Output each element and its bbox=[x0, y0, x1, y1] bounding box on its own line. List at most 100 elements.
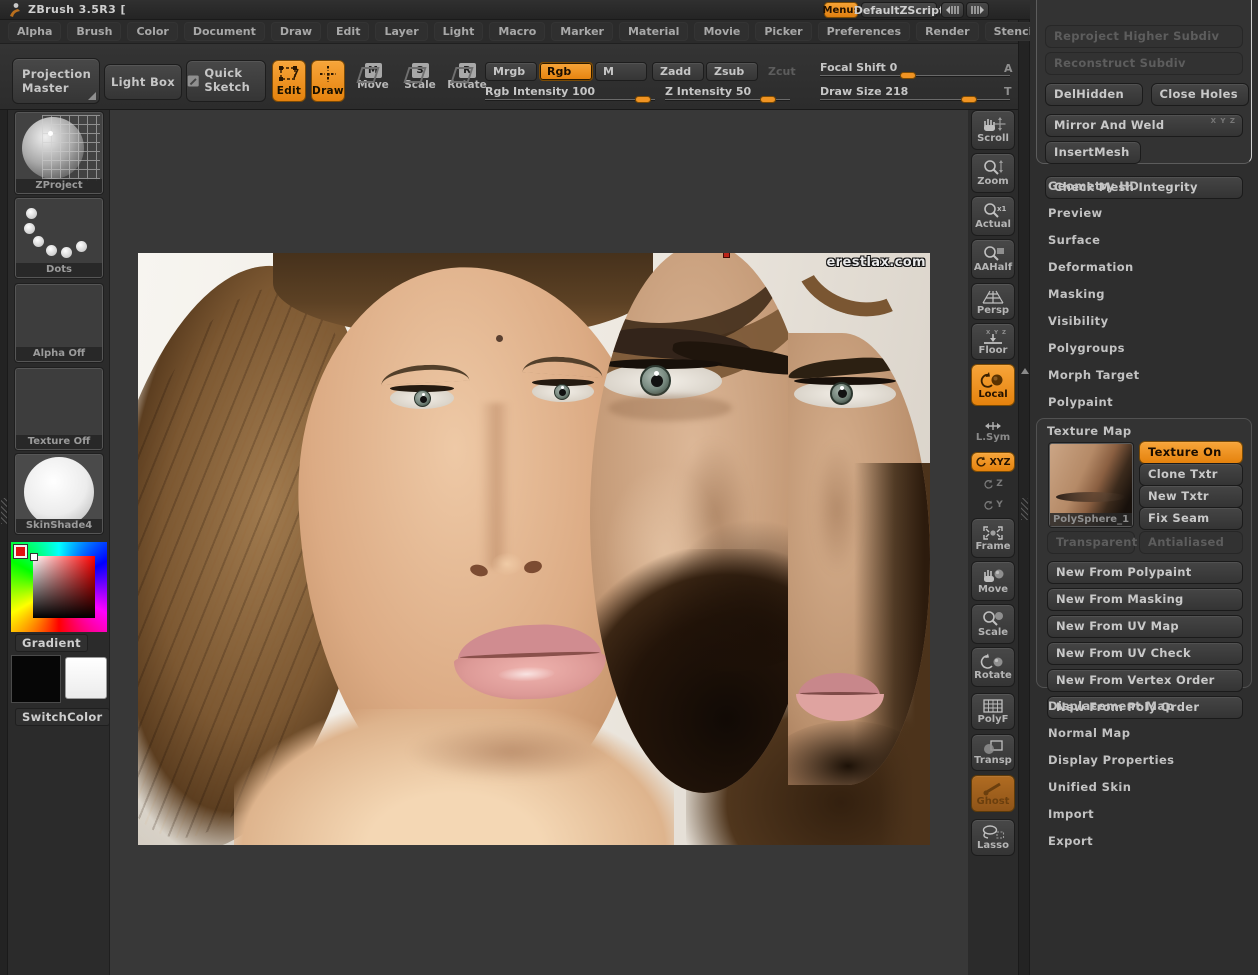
new-from-uv-check-button[interactable]: New From UV Check bbox=[1047, 642, 1243, 665]
move-tool[interactable]: M Move bbox=[355, 63, 391, 91]
transp-button[interactable]: Transp bbox=[971, 734, 1015, 771]
draw-size-slider[interactable]: Draw Size 218 bbox=[820, 84, 1010, 103]
rotate-tool[interactable]: R Rotate bbox=[449, 63, 485, 91]
scroll-button[interactable]: Scroll bbox=[971, 110, 1015, 150]
menu-edit[interactable]: Edit bbox=[327, 22, 369, 41]
document-area[interactable]: erestlax.com bbox=[110, 110, 968, 975]
reconstruct-subdiv-button[interactable]: Reconstruct Subdiv bbox=[1045, 52, 1243, 75]
menu-color[interactable]: Color bbox=[127, 22, 177, 41]
move-3d-button[interactable]: Move bbox=[971, 561, 1015, 601]
mirror-and-weld-button[interactable]: Mirror And Weld X Y Z bbox=[1045, 114, 1243, 137]
focal-shift-slider[interactable]: Focal Shift 0 bbox=[820, 60, 1010, 79]
menu-picker[interactable]: Picker bbox=[755, 22, 811, 41]
rotate-3d-button[interactable]: Rotate bbox=[971, 647, 1015, 687]
divider-grip[interactable] bbox=[1021, 498, 1028, 520]
edit-button[interactable]: Edit bbox=[272, 60, 306, 102]
color-picker[interactable] bbox=[11, 542, 107, 632]
saturation-value-square[interactable] bbox=[33, 556, 95, 618]
z-intensity-slider[interactable]: Z Intensity 50 bbox=[665, 84, 790, 103]
section-geometry-hd[interactable]: Geometry HD bbox=[1036, 172, 1252, 199]
actual-button[interactable]: x1 Actual bbox=[971, 196, 1015, 236]
frame-button[interactable]: Frame bbox=[971, 518, 1015, 558]
texture-on-button[interactable]: Texture On bbox=[1139, 441, 1243, 464]
new-from-masking-button[interactable]: New From Masking bbox=[1047, 588, 1243, 611]
menu-draw[interactable]: Draw bbox=[271, 22, 321, 41]
tray-scroll-right-button[interactable] bbox=[966, 2, 989, 18]
section-polygroups[interactable]: Polygroups bbox=[1036, 334, 1252, 361]
section-export[interactable]: Export bbox=[1036, 827, 1252, 854]
draw-button[interactable]: Draw bbox=[311, 60, 345, 102]
section-visibility[interactable]: Visibility bbox=[1036, 307, 1252, 334]
ghost-button[interactable]: Ghost bbox=[971, 775, 1015, 812]
current-material-thumbnail[interactable]: SkinShade4 bbox=[15, 454, 103, 534]
transparent-button[interactable]: Transparent bbox=[1047, 531, 1135, 554]
new-from-uv-map-button[interactable]: New From UV Map bbox=[1047, 615, 1243, 638]
hue-cursor[interactable] bbox=[14, 545, 27, 558]
rgb-intensity-handle[interactable] bbox=[635, 96, 651, 103]
section-displacement-map[interactable]: Displacement Map bbox=[1036, 692, 1252, 719]
menu-brush[interactable]: Brush bbox=[67, 22, 121, 41]
draw-size-handle[interactable] bbox=[961, 96, 977, 103]
delhidden-button[interactable]: DelHidden bbox=[1045, 83, 1143, 106]
zoom-button[interactable]: Zoom bbox=[971, 153, 1015, 193]
lsym-button[interactable]: L.Sym bbox=[971, 416, 1015, 446]
tray-scroll-left-button[interactable] bbox=[941, 2, 964, 18]
menu-render[interactable]: Render bbox=[916, 22, 979, 41]
persp-button[interactable]: Persp bbox=[971, 283, 1015, 320]
z-rotate-button[interactable]: Z bbox=[971, 475, 1015, 493]
current-texture-thumbnail[interactable]: Texture Off bbox=[15, 368, 103, 450]
current-alpha-thumbnail[interactable]: Alpha Off bbox=[15, 284, 103, 362]
section-import[interactable]: Import bbox=[1036, 800, 1252, 827]
menu-light[interactable]: Light bbox=[434, 22, 484, 41]
reproject-higher-subdiv-button[interactable]: Reproject Higher Subdiv bbox=[1045, 25, 1243, 48]
section-deformation[interactable]: Deformation bbox=[1036, 253, 1252, 280]
texture-thumbnail[interactable]: PolySphere_1 bbox=[1049, 443, 1133, 527]
zcut-button[interactable]: Zcut bbox=[760, 62, 804, 81]
sv-cursor[interactable] bbox=[30, 553, 38, 561]
aahalf-button[interactable]: AAHalf bbox=[971, 239, 1015, 279]
section-masking[interactable]: Masking bbox=[1036, 280, 1252, 307]
menu-marker[interactable]: Marker bbox=[551, 22, 613, 41]
new-from-polypaint-button[interactable]: New From Polypaint bbox=[1047, 561, 1243, 584]
polyf-button[interactable]: PolyF bbox=[971, 693, 1015, 730]
z-intensity-handle[interactable] bbox=[760, 96, 776, 103]
y-rotate-button[interactable]: Y bbox=[971, 496, 1015, 514]
draw-size-track[interactable] bbox=[820, 99, 1010, 100]
section-surface[interactable]: Surface bbox=[1036, 226, 1252, 253]
section-polypaint[interactable]: Polypaint bbox=[1036, 388, 1252, 415]
new-txtr-button[interactable]: New Txtr bbox=[1139, 485, 1243, 508]
rgb-intensity-slider[interactable]: Rgb Intensity 100 bbox=[485, 84, 655, 103]
mirror-axis-hint[interactable]: X Y Z bbox=[1211, 117, 1236, 125]
secondary-color-swatch[interactable] bbox=[65, 657, 107, 699]
menu-document[interactable]: Document bbox=[184, 22, 265, 41]
section-normal-map[interactable]: Normal Map bbox=[1036, 719, 1252, 746]
lasso-button[interactable]: Lasso bbox=[971, 819, 1015, 856]
scale-3d-button[interactable]: Scale bbox=[971, 604, 1015, 644]
floor-button[interactable]: X Y Z Floor bbox=[971, 323, 1015, 360]
close-holes-button[interactable]: Close Holes bbox=[1151, 83, 1249, 106]
m-button[interactable]: M bbox=[595, 62, 647, 81]
menu-layer[interactable]: Layer bbox=[375, 22, 427, 41]
default-zscript-button[interactable]: DefaultZScript bbox=[861, 2, 937, 18]
rgb-button[interactable]: Rgb bbox=[539, 62, 593, 81]
xyz-button[interactable]: XYZ bbox=[971, 452, 1015, 472]
section-preview[interactable]: Preview bbox=[1036, 199, 1252, 226]
mrgb-button[interactable]: Mrgb bbox=[485, 62, 537, 81]
left-edge-strip[interactable] bbox=[0, 110, 8, 975]
new-from-vertex-order-button[interactable]: New From Vertex Order bbox=[1047, 669, 1243, 692]
antialiased-button[interactable]: Antialiased bbox=[1139, 531, 1243, 554]
section-display-properties[interactable]: Display Properties bbox=[1036, 746, 1252, 773]
scale-tool[interactable]: S Scale bbox=[402, 63, 438, 91]
main-color-swatch[interactable] bbox=[11, 655, 61, 703]
fix-seam-button[interactable]: Fix Seam bbox=[1139, 507, 1243, 530]
light-box-button[interactable]: Light Box bbox=[104, 64, 182, 100]
zsub-button[interactable]: Zsub bbox=[706, 62, 758, 81]
current-tool-thumbnail[interactable]: ZProject bbox=[15, 112, 103, 194]
menu-preferences[interactable]: Preferences bbox=[818, 22, 910, 41]
local-button[interactable]: Local bbox=[971, 364, 1015, 406]
divider-arrow-up[interactable] bbox=[1021, 368, 1029, 374]
current-stroke-thumbnail[interactable]: Dots bbox=[15, 198, 103, 278]
clone-txtr-button[interactable]: Clone Txtr bbox=[1139, 463, 1243, 486]
zadd-button[interactable]: Zadd bbox=[652, 62, 704, 81]
menu-alpha[interactable]: Alpha bbox=[8, 22, 61, 41]
